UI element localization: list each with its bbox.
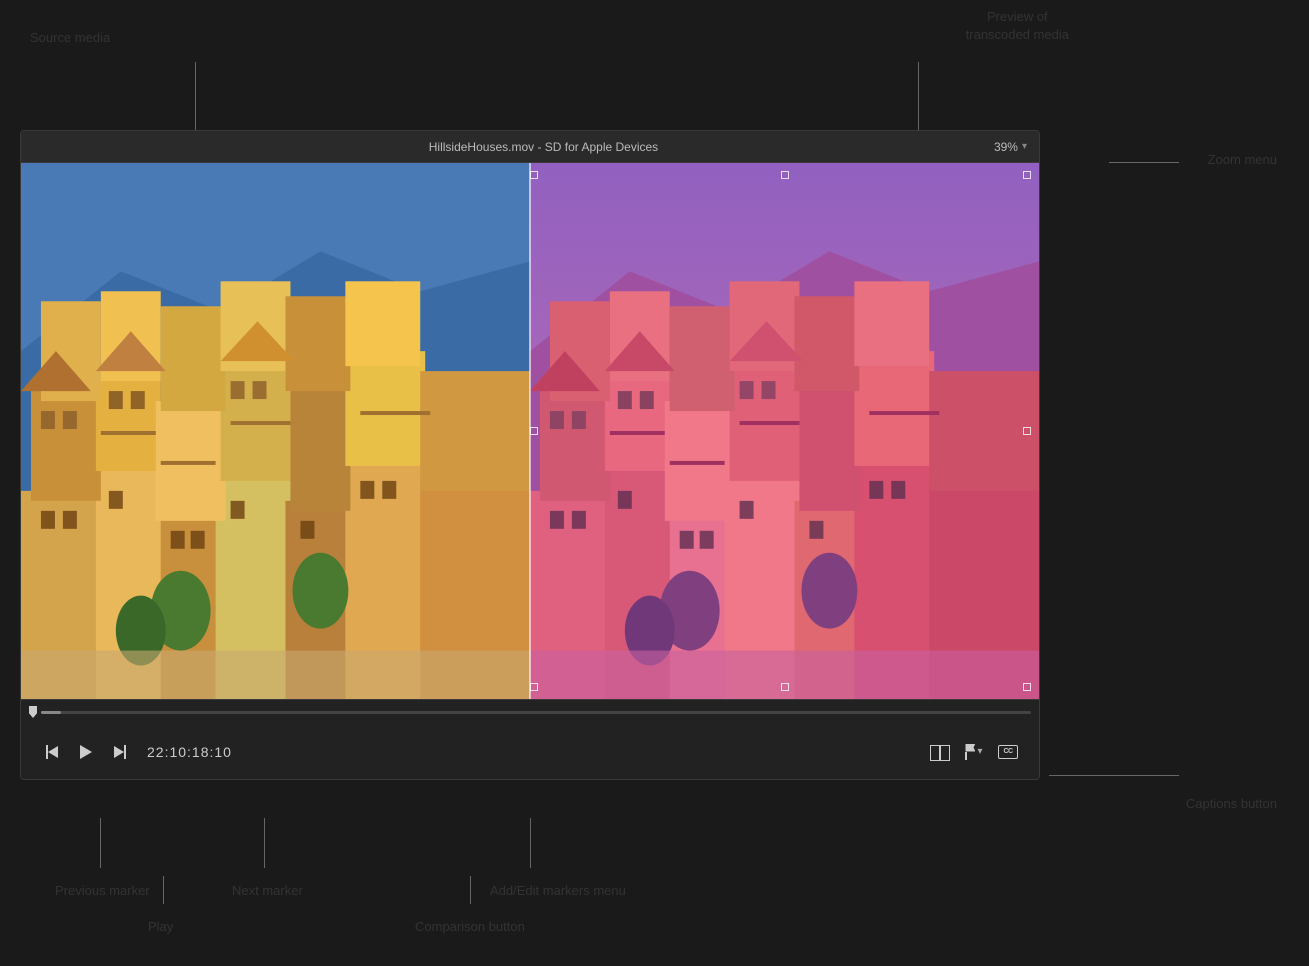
title-bar: HillsideHouses.mov - SD for Apple Device… — [21, 131, 1039, 163]
transcoded-media-svg — [530, 163, 1039, 699]
previous-marker-label: Previous marker — [55, 883, 150, 898]
skip-tri-left-icon — [48, 746, 58, 758]
play-button[interactable] — [71, 737, 101, 767]
next-marker-label: Next marker — [232, 883, 303, 898]
marker-chevron-icon: ▾ — [977, 746, 982, 757]
player-container: HillsideHouses.mov - SD for Apple Device… — [20, 130, 1040, 780]
captions-connector — [1049, 775, 1179, 776]
scrubber-row — [21, 700, 1039, 724]
handle-bottom-right[interactable] — [1023, 683, 1031, 691]
comparison-button-label: Comparison button — [415, 919, 525, 934]
captions-icon: CC — [998, 745, 1018, 759]
timecode-display: 22:10:18:10 — [147, 744, 232, 760]
play-icon — [80, 745, 92, 759]
source-side — [21, 163, 530, 699]
comparison-button[interactable] — [925, 737, 955, 767]
comparison-icon — [930, 744, 950, 760]
next-marker-icon — [114, 745, 126, 759]
marker-flag-icon — [965, 744, 975, 752]
skip-tri-right-icon — [114, 746, 124, 758]
handle-top-center[interactable] — [781, 171, 789, 179]
preview-transcoded-label: Preview of transcoded media — [966, 8, 1069, 44]
handle-mid-right[interactable] — [1023, 427, 1031, 435]
controls-row: 22:10:18:10 ▾ CC — [21, 724, 1039, 779]
captions-button[interactable]: CC — [993, 737, 1023, 767]
add-edit-markers-button[interactable]: ▾ — [959, 737, 989, 767]
handle-top-left[interactable] — [530, 171, 538, 179]
zoom-menu-connector — [1109, 162, 1179, 163]
comparison-connector — [470, 876, 471, 904]
video-area — [21, 163, 1039, 699]
marker-pole-icon — [965, 752, 967, 760]
zoom-menu-label: Zoom menu — [1208, 152, 1277, 167]
next-marker-button[interactable] — [105, 737, 135, 767]
previous-marker-icon — [46, 745, 58, 759]
add-edit-markers-label: Add/Edit markers menu — [490, 883, 626, 898]
source-media-label: Source media — [30, 30, 110, 45]
next-marker-connector — [264, 818, 265, 868]
playhead-handle[interactable] — [29, 706, 37, 718]
source-media-svg — [21, 163, 530, 699]
zoom-control[interactable]: 39% ▾ — [994, 140, 1027, 154]
play-label: Play — [148, 919, 173, 934]
previous-marker-button[interactable] — [37, 737, 67, 767]
scrubber-fill — [41, 711, 61, 714]
zoom-value: 39% — [994, 140, 1018, 154]
preview-transcoded-connector — [918, 62, 919, 130]
source-media-connector — [195, 62, 196, 130]
zoom-chevron-icon: ▾ — [1022, 141, 1027, 152]
captions-icon-text: CC — [1003, 748, 1012, 755]
skip-bar-right — [124, 745, 126, 759]
handle-bottom-center[interactable] — [781, 683, 789, 691]
handle-top-right[interactable] — [1023, 171, 1031, 179]
transcoded-side — [530, 163, 1039, 699]
transport-area: 22:10:18:10 ▾ CC — [21, 699, 1039, 779]
play-connector — [163, 876, 164, 904]
add-markers-connector — [530, 818, 531, 868]
prev-marker-connector — [100, 818, 101, 868]
handle-bottom-left[interactable] — [530, 683, 538, 691]
scrubber-track[interactable] — [41, 711, 1031, 714]
title-text: HillsideHouses.mov - SD for Apple Device… — [93, 140, 994, 154]
marker-icon — [965, 744, 975, 760]
handle-mid-left[interactable] — [530, 427, 538, 435]
captions-button-label: Captions button — [1186, 796, 1277, 811]
